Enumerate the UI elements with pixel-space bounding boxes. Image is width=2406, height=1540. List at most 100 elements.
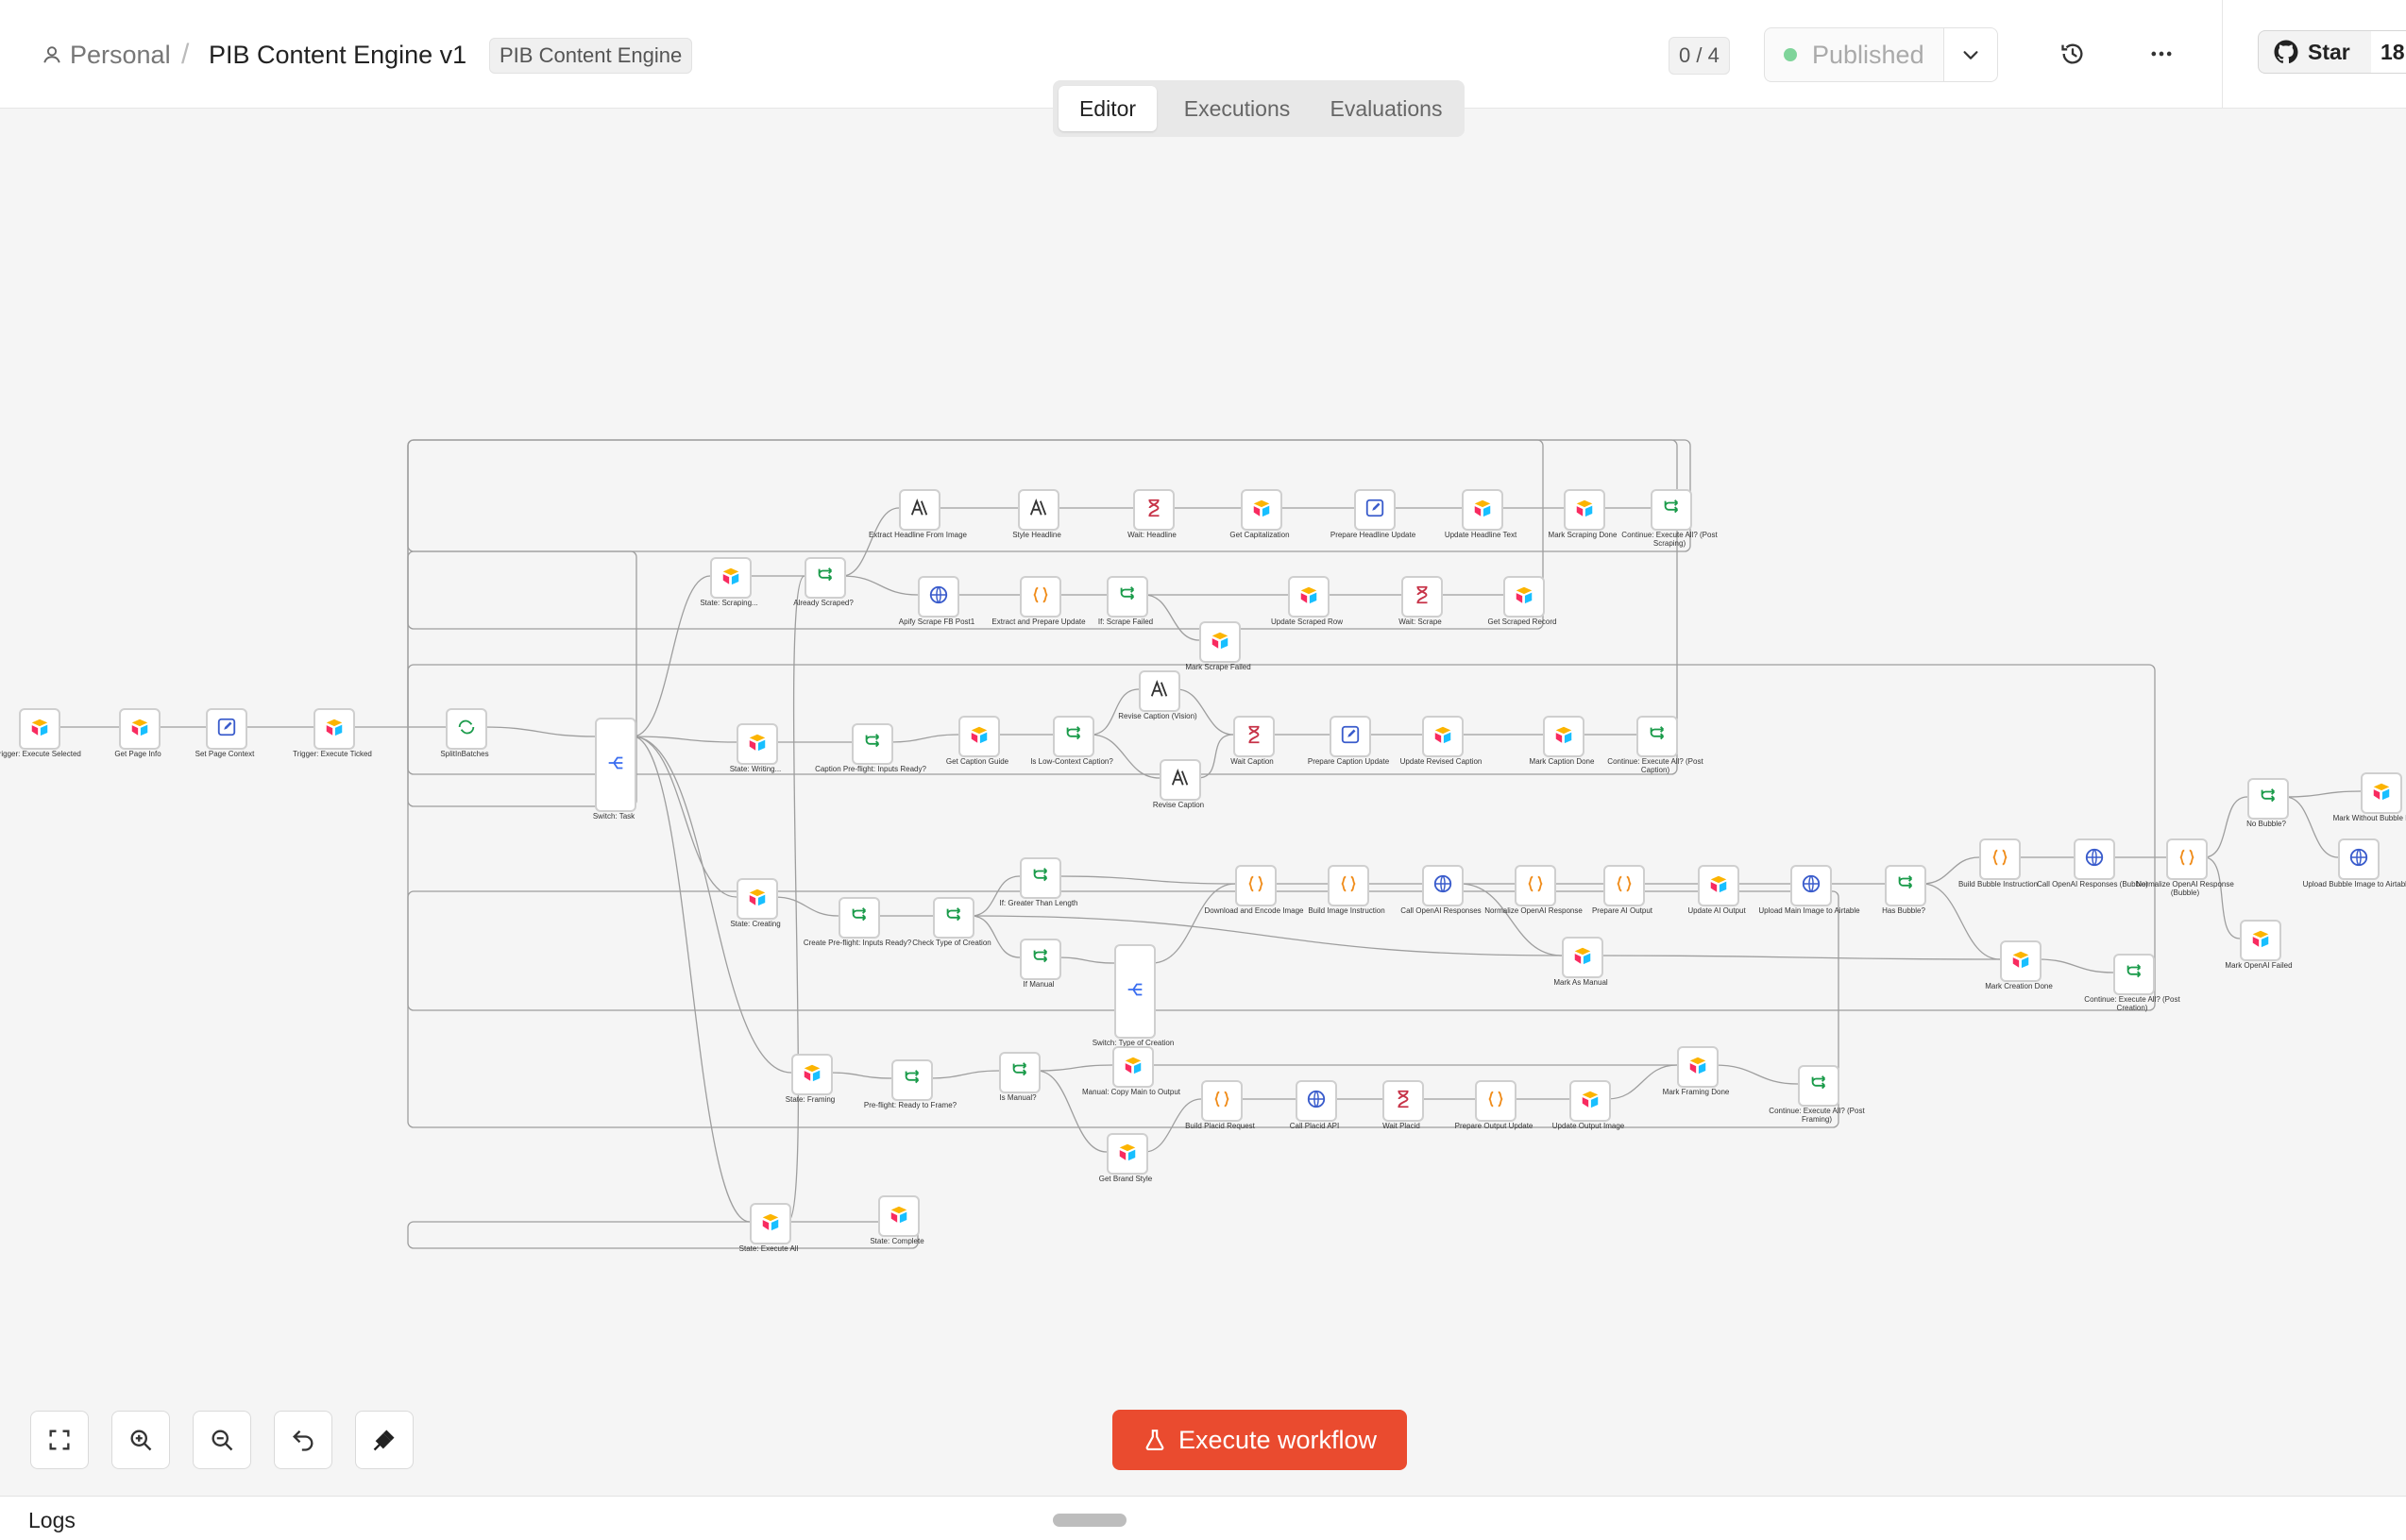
node-wait-placid[interactable] [1382, 1080, 1424, 1122]
node-state-scraping[interactable] [710, 557, 752, 599]
node-if-greater-length[interactable] [1020, 857, 1061, 899]
node-build-image-instruction[interactable] [1328, 865, 1369, 906]
node-prepare-ai-output[interactable] [1603, 865, 1645, 906]
air-node-icon [1251, 498, 1272, 523]
node-continue-post-scraping[interactable] [1651, 489, 1692, 531]
node-call-openai-responses[interactable] [1422, 865, 1464, 906]
node-switch-task[interactable] [595, 718, 636, 812]
node-already-scraped[interactable] [805, 557, 846, 599]
node-set-page-context[interactable] [206, 708, 247, 750]
node-update-headline-text[interactable] [1462, 489, 1503, 531]
node-call-openai-bubble[interactable] [2074, 838, 2115, 880]
node-normalize-openai[interactable] [1515, 865, 1556, 906]
zoom-in-button[interactable] [111, 1411, 170, 1469]
node-check-type-creation[interactable] [933, 897, 974, 939]
node-label: Wait: Headline [1127, 531, 1177, 539]
node-upload-bubble-image[interactable] [2338, 838, 2380, 880]
node-get-caption-guide[interactable] [958, 716, 1000, 757]
node-normalize-openai-bubble[interactable] [2166, 838, 2208, 880]
node-label: If: Greater Than Length [999, 899, 1078, 907]
node-is-manual[interactable] [999, 1052, 1041, 1093]
node-get-capitalization[interactable] [1241, 489, 1282, 531]
node-revise-caption-vision[interactable] [1139, 670, 1180, 712]
node-no-bubble[interactable] [2247, 778, 2289, 820]
node-mark-scraping-done[interactable] [1564, 489, 1605, 531]
node-wait-scrape[interactable] [1401, 576, 1443, 618]
node-label: Has Bubble? [1882, 906, 1925, 915]
node-trigger-execute-ticked[interactable] [313, 708, 355, 750]
web-node-icon [1306, 1089, 1327, 1114]
node-state-execute-all[interactable] [750, 1203, 791, 1244]
node-state-framing[interactable] [791, 1054, 833, 1095]
node-continue-post-caption[interactable] [1636, 716, 1678, 757]
undo-button[interactable] [274, 1411, 332, 1469]
node-mark-caption-done[interactable] [1543, 716, 1584, 757]
logs-panel[interactable]: Logs [0, 1496, 2406, 1540]
node-mark-openai-failed[interactable] [2240, 920, 2281, 961]
node-create-preflight[interactable] [839, 897, 880, 939]
node-download-encode[interactable] [1235, 865, 1277, 906]
node-mark-framing-done[interactable] [1677, 1046, 1719, 1088]
node-prepare-output-update[interactable] [1475, 1080, 1516, 1122]
node-upload-main-image[interactable] [1790, 865, 1832, 906]
star-count[interactable]: 18 [2371, 30, 2406, 74]
node-trigger-execute-selected[interactable] [19, 708, 60, 750]
zoom-out-button[interactable] [193, 1411, 251, 1469]
node-label: State: Framing [785, 1095, 836, 1104]
node-mark-as-manual[interactable] [1562, 937, 1603, 978]
node-has-bubble[interactable] [1885, 865, 1926, 906]
air-node-icon [2371, 781, 2392, 806]
node-caption-preflight[interactable] [852, 723, 893, 765]
published-button[interactable]: Published [1764, 27, 1945, 82]
node-if-manual[interactable] [1020, 939, 1061, 980]
node-update-scraped-row[interactable] [1288, 576, 1330, 618]
workflow-canvas[interactable]: Trigger: Execute Selected Get Page Info Se… [0, 108, 2406, 1496]
execute-workflow-button[interactable]: Execute workflow [1112, 1410, 1407, 1470]
node-split-in-batches[interactable] [446, 708, 487, 750]
github-star-button[interactable]: Star [2258, 30, 2373, 74]
node-apify-scrape[interactable] [918, 576, 959, 618]
node-is-low-context[interactable] [1053, 716, 1094, 757]
if-node-icon [862, 732, 883, 757]
history-button[interactable] [2051, 32, 2094, 76]
node-build-bubble-instruction[interactable] [1979, 838, 2021, 880]
node-get-brand-style[interactable] [1107, 1133, 1148, 1175]
node-label: Set Page Context [195, 750, 255, 758]
node-update-revised-caption[interactable] [1422, 716, 1464, 757]
publish-dropdown-button[interactable] [1943, 27, 1998, 82]
node-wait-caption[interactable] [1233, 716, 1275, 757]
node-continue-post-framing[interactable] [1798, 1065, 1839, 1107]
node-prepare-headline-update[interactable] [1354, 489, 1396, 531]
tidy-up-button[interactable] [355, 1411, 414, 1469]
node-wait-headline[interactable] [1133, 489, 1175, 531]
workflow-name[interactable]: PIB Content Engine v1 [209, 34, 466, 76]
node-extract-prepare-update[interactable] [1020, 576, 1061, 618]
node-state-complete[interactable] [878, 1195, 920, 1237]
panel-resize-handle[interactable] [1053, 1514, 1127, 1527]
node-get-scraped-record[interactable] [1503, 576, 1545, 618]
node-continue-post-creation[interactable] [2113, 954, 2155, 995]
node-mark-creation-done[interactable] [2000, 940, 2042, 982]
node-update-output-image[interactable] [1569, 1080, 1611, 1122]
node-state-writing[interactable] [737, 723, 778, 765]
node-style-headline[interactable] [1018, 489, 1059, 531]
more-options-button[interactable] [2140, 32, 2183, 76]
node-build-placid-request[interactable] [1201, 1080, 1243, 1122]
node-call-placid-api[interactable] [1296, 1080, 1337, 1122]
node-mark-without-bubble[interactable] [2361, 772, 2402, 814]
node-mark-scrape-failed[interactable] [1199, 621, 1241, 663]
node-if-scrape-failed[interactable] [1107, 576, 1148, 618]
workflow-tag[interactable]: PIB Content Engine [489, 38, 693, 74]
node-preflight-ready-frame[interactable] [891, 1059, 933, 1101]
node-prepare-caption-update[interactable] [1330, 716, 1371, 757]
node-switch-type-creation[interactable] [1114, 944, 1156, 1039]
node-update-ai-output[interactable] [1698, 865, 1739, 906]
undo-icon [293, 1430, 313, 1451]
fit-view-button[interactable] [30, 1411, 89, 1469]
code-node-icon [2177, 847, 2197, 872]
node-state-creating[interactable] [737, 878, 778, 920]
breadcrumb-owner[interactable]: Personal [42, 34, 171, 76]
node-get-page-info[interactable] [119, 708, 161, 750]
node-manual-copy-main[interactable] [1112, 1046, 1154, 1088]
node-extract-headline[interactable] [899, 489, 940, 531]
